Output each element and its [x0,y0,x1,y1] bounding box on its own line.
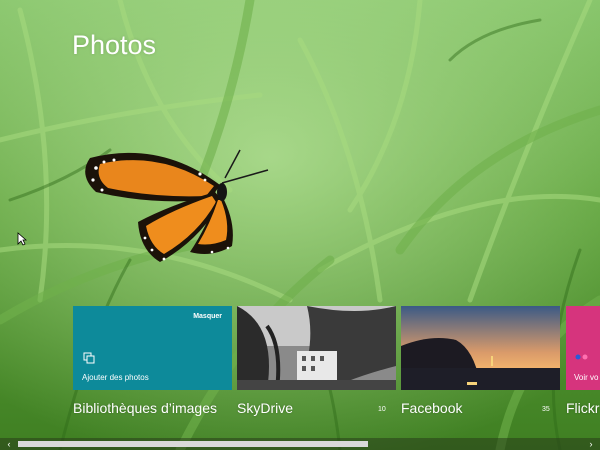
flickr-action-label: Voir vo [574,373,599,382]
horizontal-scrollbar[interactable]: ‹ › [0,438,600,450]
tile-caption-flickr[interactable]: Flickr [566,399,599,417]
facebook-thumbnail [401,306,560,390]
add-photos-label: Ajouter des photos [82,373,149,382]
scroll-left-icon[interactable]: ‹ [2,438,16,450]
tile-caption-picture-libraries[interactable]: Bibliothèques d’images [73,399,223,417]
tile-picture-libraries[interactable]: Masquer Ajouter des photos [73,306,232,390]
tile-facebook[interactable] [401,306,560,390]
tile-caption-skydrive[interactable]: SkyDrive [237,399,293,417]
hide-button[interactable]: Masquer [193,313,222,320]
tile-skydrive[interactable] [237,306,396,390]
skydrive-thumbnail [237,306,396,390]
scroll-right-icon[interactable]: › [584,438,598,450]
tile-flickr[interactable]: Voir vo [566,306,600,390]
scrollbar-thumb[interactable] [18,441,368,447]
mouse-pointer-icon [17,232,27,246]
flickr-dots-icon [575,354,588,360]
add-photos-icon [83,352,95,364]
tile-caption-facebook[interactable]: Facebook [401,399,462,417]
facebook-photo-count: 35 [542,406,550,413]
skydrive-photo-count: 10 [378,406,386,413]
app-title: Photos [72,30,157,60]
